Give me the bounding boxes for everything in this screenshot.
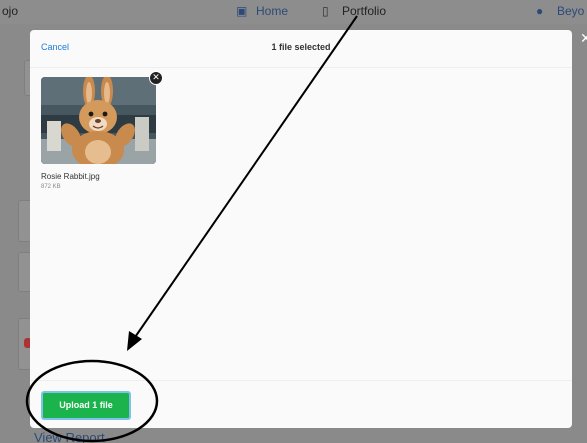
nav-home-link[interactable]: Home — [256, 4, 288, 18]
background-nav: ojo ▣ Home ▯ Portfolio ● Beyo — [0, 0, 587, 24]
home-icon: ▣ — [236, 4, 248, 18]
modal-close-icon[interactable]: ✕ — [580, 30, 587, 47]
remove-file-button[interactable]: ✕ — [149, 71, 163, 85]
close-icon: ✕ — [152, 72, 160, 82]
file-size: 872 KB — [41, 184, 61, 190]
view-report-link[interactable]: View Report — [34, 430, 105, 443]
nav-portfolio-link[interactable]: Portfolio — [342, 4, 386, 18]
file-card: ✕ Rosie Rabbit.jpg 872 KB — [41, 71, 163, 190]
nav-beyond-link[interactable]: Beyo — [557, 4, 584, 18]
brand-logo: ojo — [2, 4, 19, 18]
modal-footer: Upload 1 file — [30, 380, 572, 428]
file-thumbnail — [41, 77, 156, 164]
modal-title: 1 file selected — [271, 42, 331, 52]
file-name: Rosie Rabbit.jpg — [41, 172, 100, 181]
user-icon: ● — [536, 4, 544, 18]
thumbnail-image — [41, 77, 156, 164]
modal-header: Cancel 1 file selected — [30, 30, 572, 68]
upload-button[interactable]: Upload 1 file — [41, 391, 131, 420]
portfolio-icon: ▯ — [322, 4, 329, 18]
upload-modal: Cancel 1 file selected ✕ Rosie Rabbit.jp… — [30, 30, 572, 428]
